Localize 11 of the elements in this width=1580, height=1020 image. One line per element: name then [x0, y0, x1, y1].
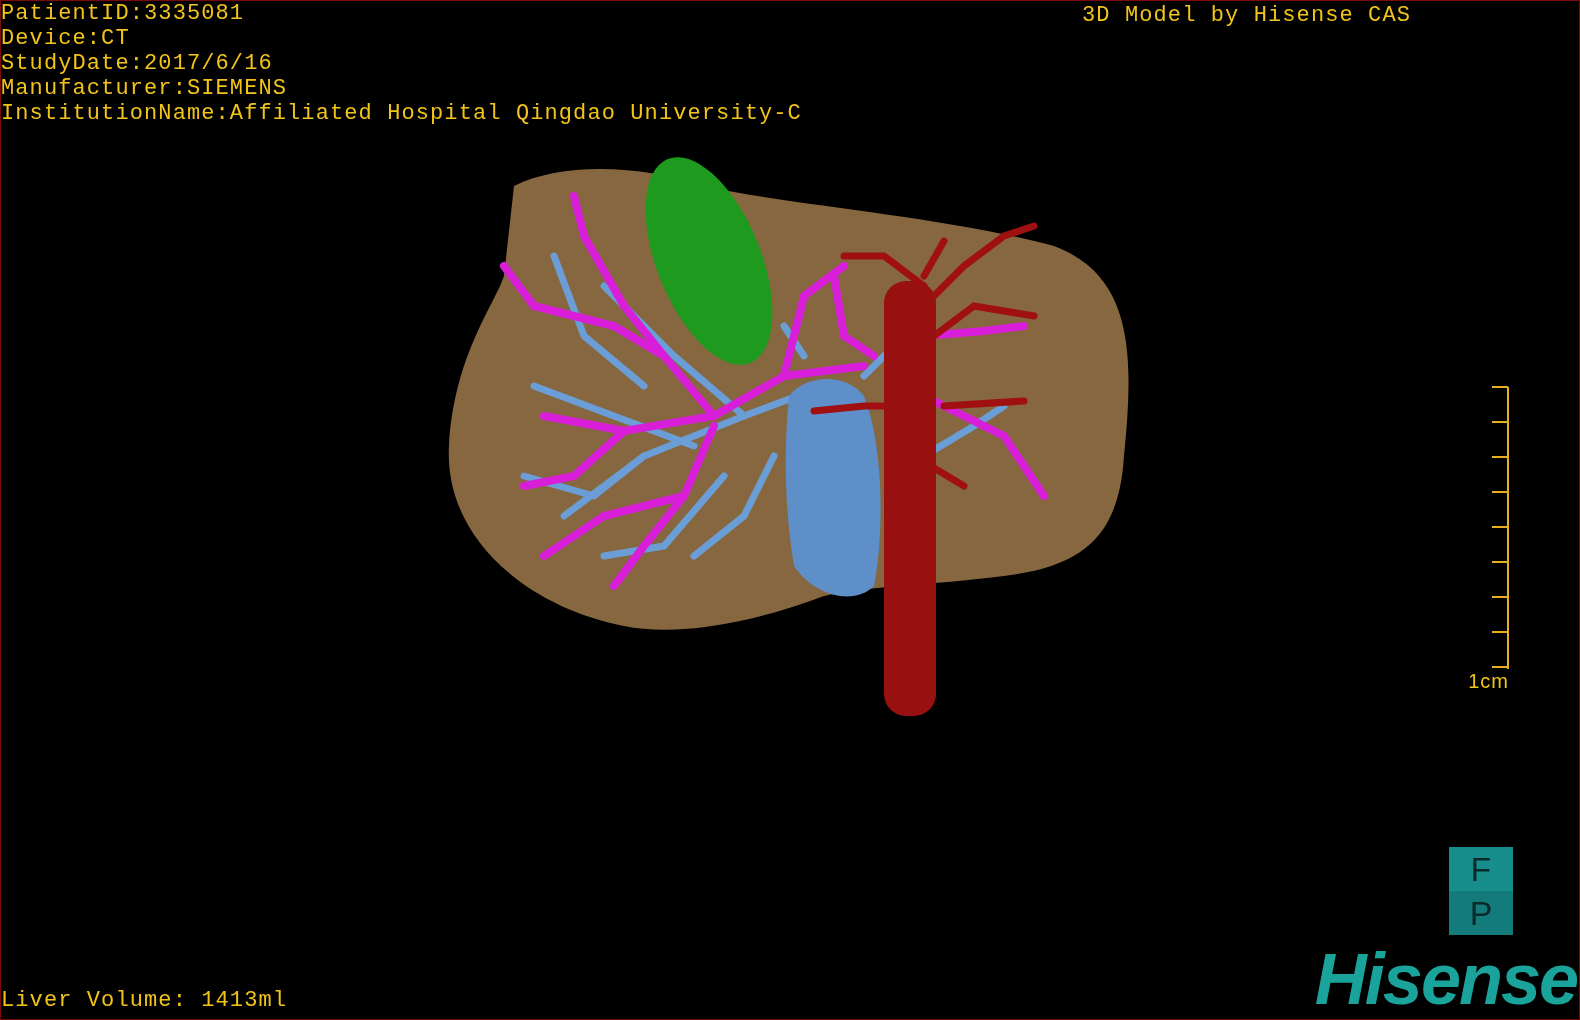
patient-info-line: PatientID:3335081 [1, 1, 246, 26]
brand-logo: Hisense [1314, 945, 1577, 1013]
orientation-cube-face[interactable]: F [1449, 847, 1513, 891]
orientation-cube-face[interactable]: P [1449, 891, 1513, 935]
patient-info-line: Manufacturer:SIEMENS [1, 76, 289, 101]
viewer-title: 3D Model by Hisense CAS [1082, 3, 1411, 30]
patient-info-line: Device:CT [1, 26, 131, 51]
patient-info-line: InstitutionName:Affiliated Hospital Qingdao University-C [1, 101, 802, 126]
scale-label: 1cm [1468, 670, 1509, 693]
liver-volume-text: Liver Volume: 1413ml [1, 988, 288, 1013]
patient-info-line: StudyDate:2017/6/16 [1, 51, 274, 76]
